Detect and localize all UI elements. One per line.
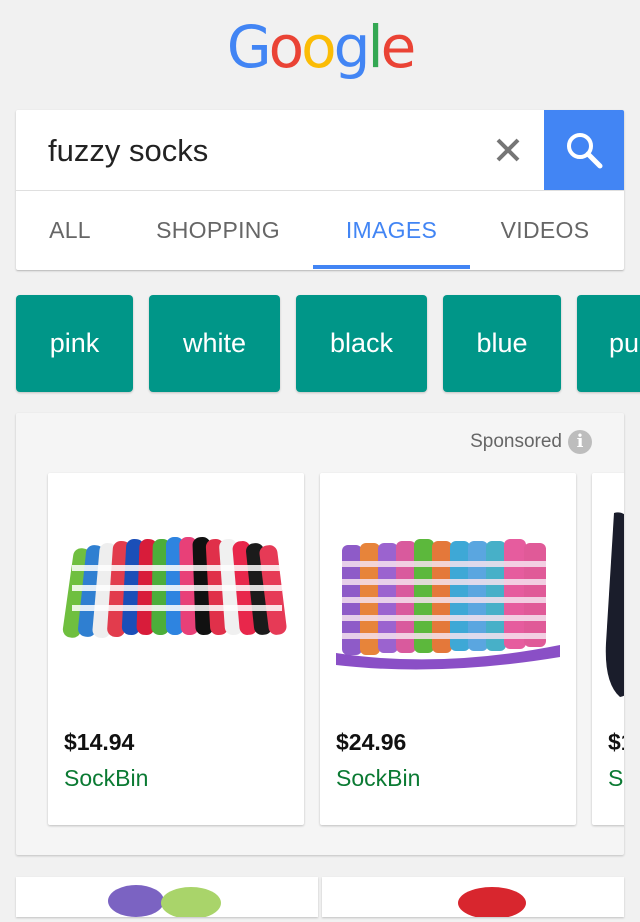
result-image: [108, 885, 221, 919]
product-price: $14.94: [64, 729, 135, 755]
image-result-card[interactable]: [322, 877, 624, 919]
search-card: fuzzy socks ALL SHOPPING IMAGES VIDEOS: [16, 110, 624, 270]
tab-images[interactable]: IMAGES: [313, 191, 470, 270]
chip-blue[interactable]: blue: [443, 295, 561, 392]
chip-black[interactable]: black: [296, 295, 427, 392]
logo-letter-l: l: [367, 13, 383, 81]
image-result-card[interactable]: [16, 877, 318, 919]
close-icon: [496, 138, 520, 162]
refinement-chips: pink white black blue pu: [16, 295, 640, 393]
product-card[interactable]: $24.96 SockBin: [320, 473, 576, 825]
info-icon[interactable]: i: [568, 430, 592, 454]
chip-white[interactable]: white: [149, 295, 280, 392]
product-price: $16: [608, 729, 624, 755]
product-seller[interactable]: SockBin: [336, 765, 420, 792]
google-logo: Google: [0, 12, 640, 82]
sponsored-label: Sponsored i: [470, 430, 592, 454]
sponsored-products-card: Sponsored i $14.94 SockBin $24.96 SockBi…: [16, 413, 624, 855]
tab-all[interactable]: ALL: [30, 191, 110, 270]
logo-letter-o1: o: [268, 13, 304, 81]
logo-letter-g1: G: [226, 13, 272, 81]
search-input[interactable]: fuzzy socks: [48, 132, 208, 170]
product-seller[interactable]: Soc: [608, 765, 624, 792]
logo-letter-e: e: [380, 13, 417, 81]
search-icon: [567, 133, 603, 169]
product-card[interactable]: $14.94 SockBin: [48, 473, 304, 825]
tab-shopping[interactable]: SHOPPING: [140, 191, 296, 270]
active-tab-indicator: [313, 265, 470, 269]
product-price: $24.96: [336, 729, 407, 755]
search-button[interactable]: [544, 110, 624, 190]
logo-letter-o2: o: [301, 13, 336, 81]
product-image: [62, 536, 287, 638]
result-image: [458, 887, 526, 919]
tab-videos[interactable]: VIDEOS: [486, 191, 604, 270]
logo-letter-g2: g: [333, 13, 371, 81]
product-card[interactable]: $16 Soc: [592, 473, 624, 825]
search-row: fuzzy socks: [16, 110, 624, 191]
sponsored-text: Sponsored: [470, 431, 562, 452]
chip-pink[interactable]: pink: [16, 295, 133, 392]
product-seller[interactable]: SockBin: [64, 765, 148, 792]
product-image: [336, 539, 560, 670]
chip-partial[interactable]: pu: [577, 295, 640, 392]
product-image: [605, 512, 624, 697]
clear-button[interactable]: [486, 128, 530, 172]
search-tabs: ALL SHOPPING IMAGES VIDEOS: [16, 191, 624, 270]
